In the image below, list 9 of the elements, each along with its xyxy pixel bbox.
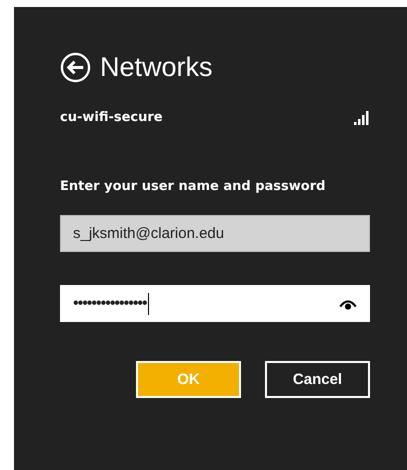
credentials-prompt: Enter your user name and password <box>60 179 326 194</box>
username-field[interactable]: s_jksmith@clarion.edu <box>60 215 370 252</box>
network-name: cu-wifi-secure <box>60 110 163 125</box>
password-field[interactable]: •••••••••••••••• <box>60 285 370 322</box>
back-icon[interactable] <box>60 52 91 82</box>
reveal-password-icon[interactable] <box>339 298 357 310</box>
signal-icon <box>354 110 370 124</box>
panel-title: Networks <box>100 52 213 82</box>
cancel-button[interactable]: Cancel <box>265 361 370 398</box>
